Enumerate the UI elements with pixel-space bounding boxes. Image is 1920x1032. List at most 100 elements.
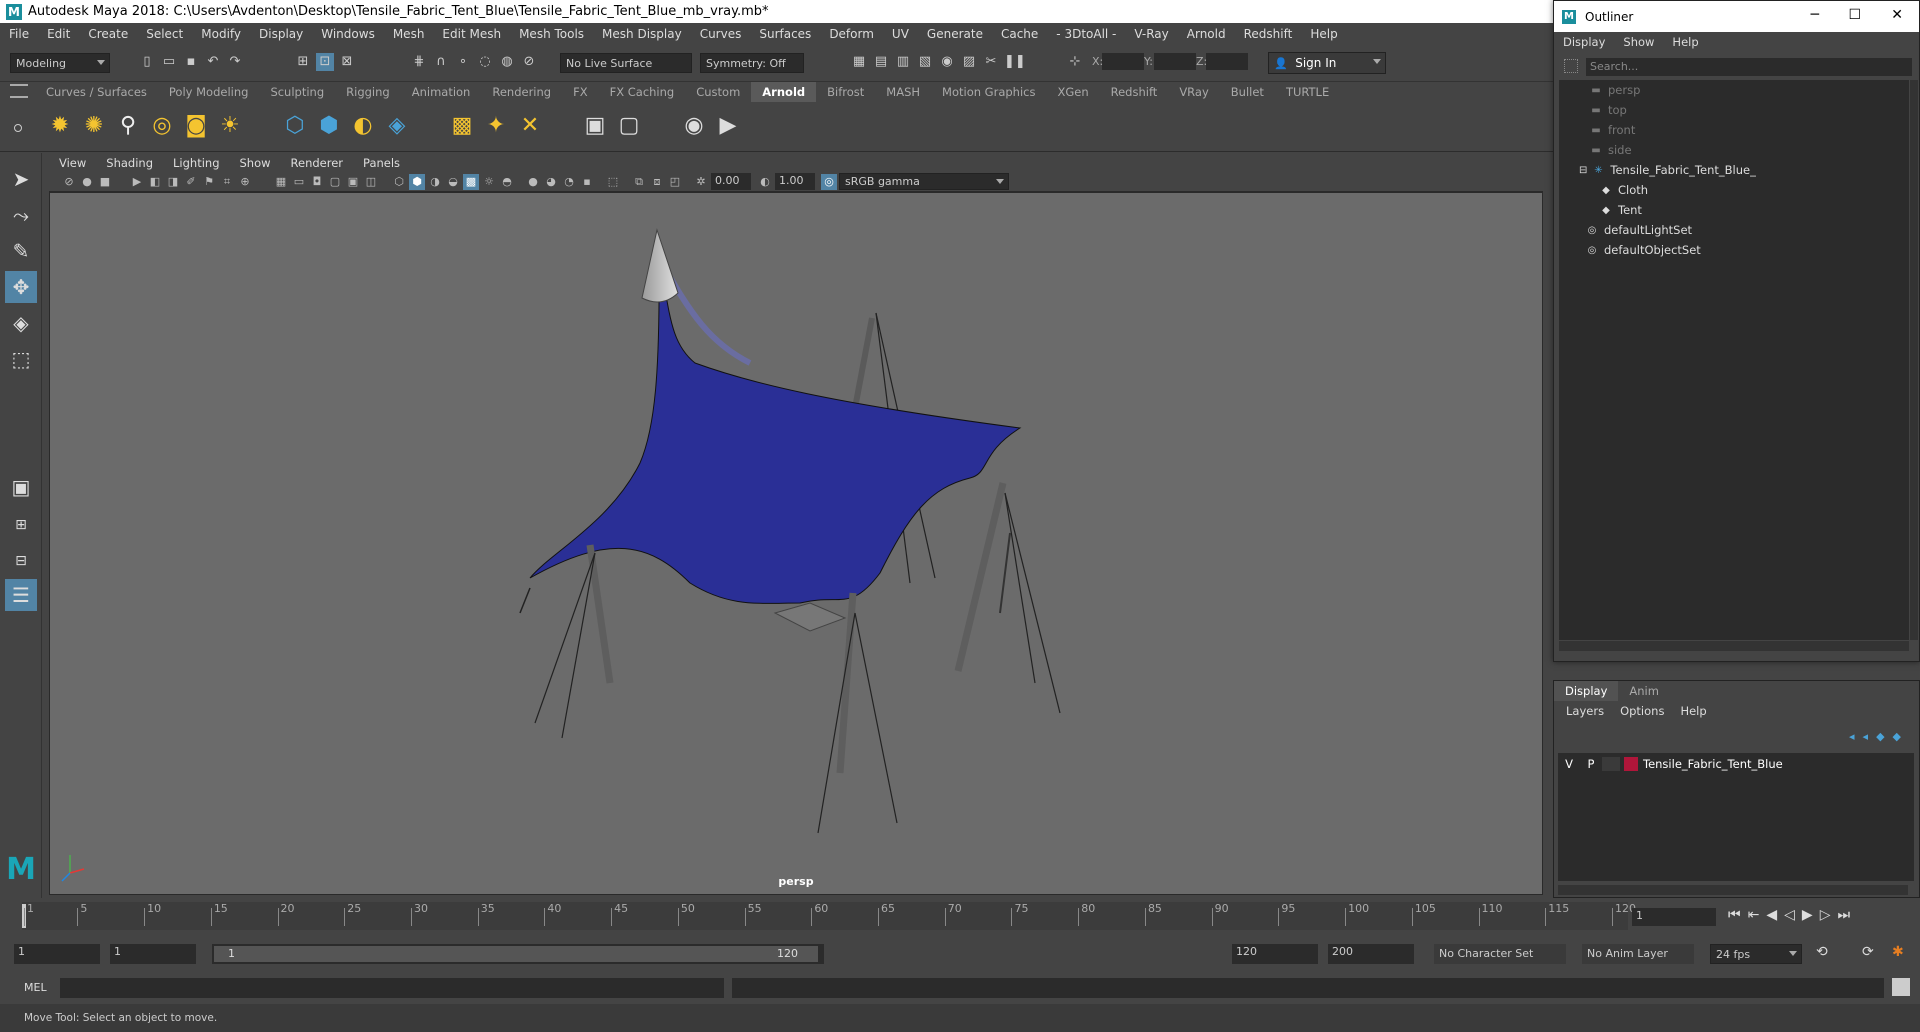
standin-icon[interactable]: ⬡ xyxy=(280,110,310,140)
select-hierarchy-icon[interactable]: ⊞ xyxy=(294,53,312,71)
outliner-hscrollbar[interactable] xyxy=(1559,641,1909,651)
menu-file[interactable]: File xyxy=(0,27,38,41)
command-input[interactable] xyxy=(60,978,724,998)
layer-menu-help[interactable]: Help xyxy=(1672,704,1714,718)
shelf-menu-icon[interactable] xyxy=(10,84,28,98)
save-scene-icon[interactable]: ▪ xyxy=(182,53,200,71)
shelf-tab-bullet[interactable]: Bullet xyxy=(1220,85,1275,99)
maximize-icon[interactable]: ☐ xyxy=(1848,7,1861,23)
outliner-search-input[interactable]: Search... xyxy=(1586,58,1912,76)
shelf-tab-rendering[interactable]: Rendering xyxy=(481,85,562,99)
outliner-item[interactable]: ◎ defaultObjectSet xyxy=(1585,240,1701,260)
outliner-item[interactable]: ◆ Cloth xyxy=(1599,180,1648,200)
shelf-tab-mash[interactable]: MASH xyxy=(875,85,931,99)
light-editor-icon[interactable]: ▢ xyxy=(614,110,644,140)
layer-menu-options[interactable]: Options xyxy=(1612,704,1672,718)
snap-point-icon[interactable]: ∘ xyxy=(454,53,472,71)
outliner-vscrollbar[interactable] xyxy=(1910,80,1918,640)
step-forward-icon[interactable]: ▷ xyxy=(1820,907,1838,923)
menu-create[interactable]: Create xyxy=(79,27,137,41)
menu-deform[interactable]: Deform xyxy=(820,27,883,41)
minimize-icon[interactable]: ─ xyxy=(1811,7,1819,23)
x-field[interactable] xyxy=(1102,53,1144,70)
hypershade-icon[interactable]: ◉ xyxy=(938,53,956,71)
mesh-light-icon[interactable]: ✺ xyxy=(79,110,109,140)
step-back-key-icon[interactable]: ⇤ xyxy=(1748,907,1767,923)
layout-outliner-icon[interactable]: ☰ xyxy=(5,579,37,611)
menu-windows[interactable]: Windows xyxy=(312,27,384,41)
menu-curves[interactable]: Curves xyxy=(691,27,751,41)
playback-start-field[interactable]: 1 xyxy=(110,944,196,964)
pause-icon[interactable]: ❚❚ xyxy=(1004,53,1026,71)
menu-v-ray[interactable]: V-Ray xyxy=(1125,27,1177,41)
reference-toggle[interactable] xyxy=(1602,757,1620,771)
outliner-item[interactable]: ⊟ ✳ Tensile_Fabric_Tent_Blue_ xyxy=(1579,160,1756,180)
transform-mode-icon[interactable]: ⊹ xyxy=(1066,53,1084,71)
shelf-tab-fx-caching[interactable]: FX Caching xyxy=(599,85,686,99)
snap-curve-icon[interactable]: ∩ xyxy=(432,53,450,71)
field-chart-icon[interactable]: ▭ xyxy=(291,174,307,190)
snap-grid-icon[interactable]: ⋕ xyxy=(410,53,428,71)
open-scene-icon[interactable]: ▭ xyxy=(160,53,178,71)
current-frame-field[interactable]: 1 xyxy=(1632,908,1716,926)
go-end-icon[interactable]: ⏭ xyxy=(1837,907,1857,923)
scale-tool-icon[interactable]: ⬚ xyxy=(5,343,37,375)
isolate-select-icon[interactable]: ⬚ xyxy=(605,174,621,190)
paint-select-tool-icon[interactable]: ✎ xyxy=(5,235,37,267)
gamma-field[interactable]: 1.00 xyxy=(775,173,815,190)
perspective-viewport[interactable]: persp xyxy=(49,192,1543,895)
playback-toggle[interactable]: P xyxy=(1580,757,1602,771)
fps-dropdown[interactable]: 24 fps xyxy=(1710,944,1802,964)
ipr-render-icon[interactable]: ▥ xyxy=(894,53,912,71)
safe-action-icon[interactable]: ◘ xyxy=(309,174,325,190)
wireframe-icon[interactable]: ◫ xyxy=(363,174,379,190)
menu-surfaces[interactable]: Surfaces xyxy=(750,27,820,41)
cleanup-icon[interactable]: ✕ xyxy=(515,110,545,140)
character-set-dropdown[interactable]: No Character Set xyxy=(1434,944,1566,964)
colorspace-dropdown[interactable]: sRGB gamma xyxy=(839,173,1009,190)
single-perspective-icon[interactable]: ▣ xyxy=(5,471,37,503)
layer-tab-anim[interactable]: Anim xyxy=(1618,684,1670,698)
film-gate-icon[interactable]: ⌗ xyxy=(219,174,235,190)
menu-mesh-tools[interactable]: Mesh Tools xyxy=(510,27,593,41)
anim-layer-dropdown[interactable]: No Anim Layer xyxy=(1582,944,1694,964)
render-frame-icon[interactable]: ▤ xyxy=(872,53,890,71)
layer-hscrollbar[interactable] xyxy=(1558,885,1908,895)
area-light-icon[interactable]: ✹ xyxy=(45,110,75,140)
render-view-icon[interactable]: ▦ xyxy=(850,53,868,71)
end-time-field[interactable]: 200 xyxy=(1328,944,1414,964)
step-back-icon[interactable]: ◀ xyxy=(1766,907,1784,923)
grease-pencil-icon[interactable]: ✐ xyxy=(183,174,199,190)
shelf-tab-animation[interactable]: Animation xyxy=(401,85,482,99)
render-play-icon[interactable]: ▶ xyxy=(713,110,743,140)
xray-components-icon[interactable]: ⧈ xyxy=(649,174,665,190)
volume-icon[interactable]: ◐ xyxy=(348,110,378,140)
shelf-tab-motion-graphics[interactable]: Motion Graphics xyxy=(931,85,1046,99)
outliner-item[interactable]: ◎ defaultLightSet xyxy=(1585,220,1692,240)
select-component-icon[interactable]: ⊠ xyxy=(338,53,356,71)
layer-tab-display[interactable]: Display xyxy=(1554,681,1619,701)
grid-toggle-icon[interactable]: ⚑ xyxy=(201,174,217,190)
collapse-icon[interactable]: ⊟ xyxy=(1579,165,1587,176)
snap-view-icon[interactable]: ◌ xyxy=(476,53,494,71)
menu-select[interactable]: Select xyxy=(137,27,192,41)
symmetry-dropdown[interactable]: Symmetry: Off xyxy=(700,53,804,73)
safe-title-icon[interactable]: ▢ xyxy=(327,174,343,190)
auto-key-icon[interactable]: ⟳ xyxy=(1862,944,1874,960)
snap-surface-icon[interactable]: ◍ xyxy=(498,53,516,71)
playback-end-field[interactable]: 120 xyxy=(1232,944,1318,964)
antialias-icon[interactable]: ◔ xyxy=(561,174,577,190)
select-camera-icon[interactable]: ⊘ xyxy=(61,174,77,190)
persp-outliner-icon[interactable]: ⊟ xyxy=(5,545,37,577)
shelf-tab-curves-surfaces[interactable]: Curves / Surfaces xyxy=(35,85,158,99)
menu--3dtoall-[interactable]: - 3DtoAll - xyxy=(1047,27,1125,41)
play-forward-icon[interactable]: ▶ xyxy=(1802,907,1820,923)
y-field[interactable] xyxy=(1154,53,1196,70)
menu-modify[interactable]: Modify xyxy=(192,27,250,41)
default-material-icon[interactable]: ◑ xyxy=(427,174,443,190)
two-d-pan-icon[interactable]: ◨ xyxy=(165,174,181,190)
dof-icon[interactable]: ▪ xyxy=(579,174,595,190)
physical-sky-icon[interactable]: ☀ xyxy=(215,110,245,140)
bookmark-icon[interactable]: ▶ xyxy=(129,174,145,190)
menu-mesh-display[interactable]: Mesh Display xyxy=(593,27,691,41)
